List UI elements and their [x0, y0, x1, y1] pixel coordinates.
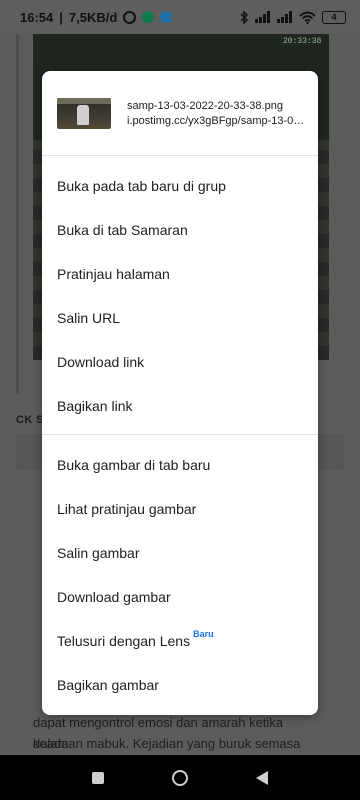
- image-actions-group: Buka gambar di tab baru Lihat pratinjau …: [42, 435, 318, 707]
- image-file-name: samp-13-03-2022-20-33-38.png: [127, 99, 283, 112]
- page-rail: [16, 34, 19, 394]
- menu-item-share-link[interactable]: Bagikan link: [42, 384, 318, 428]
- lens-label: Telusuri dengan Lens: [57, 633, 191, 649]
- clock: 16:54: [20, 9, 54, 25]
- menu-item-copy-url[interactable]: Salin URL: [42, 296, 318, 340]
- separator: |: [59, 9, 63, 25]
- page-section-label: CK S: [16, 414, 44, 426]
- back-icon[interactable]: [256, 770, 268, 785]
- navigation-bar: [0, 755, 360, 800]
- image-url: i.postimg.cc/yx3gBFgp/samp-13-03-2022-20…: [127, 114, 304, 127]
- status-right: 4: [240, 10, 346, 24]
- menu-item-download-image[interactable]: Download gambar: [42, 575, 318, 619]
- page-image-timestamp: 20:33:38: [283, 37, 322, 46]
- page-text-line: keadaan mabuk. Kejadian yang buruk semas…: [33, 736, 301, 751]
- menu-item-open-in-tab-group[interactable]: Buka pada tab baru di grup: [42, 164, 318, 208]
- link-actions-group: Buka pada tab baru di grup Buka di tab S…: [42, 156, 318, 428]
- menu-item-preview-page[interactable]: Pratinjau halaman: [42, 252, 318, 296]
- battery-icon: 4: [322, 10, 346, 24]
- new-badge: Baru: [193, 629, 214, 639]
- thumbnail-strip: [57, 97, 111, 104]
- recents-icon[interactable]: [92, 771, 104, 784]
- menu-item-copy-image[interactable]: Salin gambar: [42, 531, 318, 575]
- header-text: samp-13-03-2022-20-33-38.png i.postimg.c…: [127, 100, 304, 127]
- network-speed: 7,5KB/d: [68, 9, 118, 25]
- menu-item-search-with-lens[interactable]: Telusuri dengan Lens Baru: [42, 619, 318, 663]
- wifi-icon: [299, 11, 316, 24]
- status-bar: 16:54 | 7,5KB/d 4: [0, 0, 360, 34]
- bluetooth-icon: [240, 10, 249, 24]
- menu-item-preview-image[interactable]: Lihat pratinjau gambar: [42, 487, 318, 531]
- menu-item-open-image-new-tab[interactable]: Buka gambar di tab baru: [42, 443, 318, 487]
- menu-item-share-image[interactable]: Bagikan gambar: [42, 663, 318, 707]
- menu-header: samp-13-03-2022-20-33-38.png i.postimg.c…: [42, 71, 318, 156]
- thumbnail-figure: [77, 104, 89, 125]
- home-icon[interactable]: [172, 769, 188, 786]
- image-thumbnail: [57, 97, 111, 129]
- image-context-menu: samp-13-03-2022-20-33-38.png i.postimg.c…: [42, 71, 318, 715]
- menu-item-open-incognito[interactable]: Buka di tab Samaran: [42, 208, 318, 252]
- menu-item-download-link[interactable]: Download link: [42, 340, 318, 384]
- telegram-icon: [160, 11, 173, 23]
- alarm-icon: [123, 10, 137, 24]
- signal-icon: [255, 11, 270, 23]
- app-icon: [142, 11, 155, 23]
- signal-icon: [277, 11, 292, 23]
- status-left: 16:54 | 7,5KB/d: [20, 9, 173, 25]
